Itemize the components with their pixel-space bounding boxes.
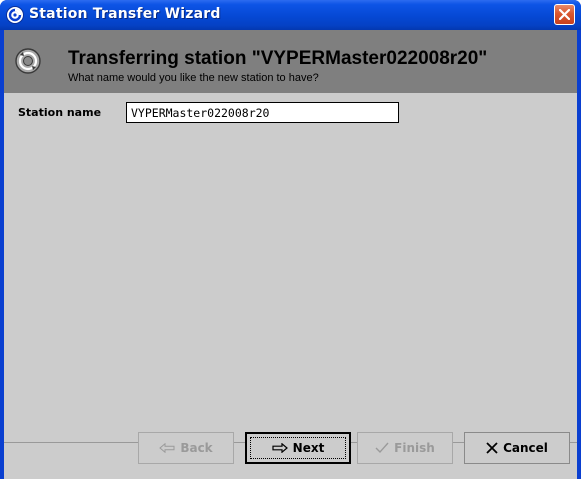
arrow-right-icon xyxy=(272,443,288,453)
wizard-header: Transferring station "VYPERMaster022008r… xyxy=(4,30,577,93)
station-name-field[interactable] xyxy=(126,102,399,123)
cancel-button[interactable]: Cancel xyxy=(464,432,570,464)
finish-button[interactable]: Finish xyxy=(357,432,453,464)
wizard-content xyxy=(4,93,577,442)
window-title: Station Transfer Wizard xyxy=(29,6,221,22)
app-icon xyxy=(6,6,24,24)
station-name-label: Station name xyxy=(18,106,102,119)
next-focus-ring: Next xyxy=(250,437,346,459)
header-subtitle: What name would you like the new station… xyxy=(68,72,319,84)
close-icon xyxy=(559,9,570,20)
back-button[interactable]: Back xyxy=(138,432,234,464)
next-label: Next xyxy=(292,441,325,455)
transfer-wizard-icon xyxy=(15,48,41,74)
cancel-label: Cancel xyxy=(503,441,548,455)
wizard-window: Station Transfer Wizard Transferring sta… xyxy=(0,0,581,479)
next-button[interactable]: Next xyxy=(245,432,351,464)
check-icon xyxy=(375,442,389,454)
title-bar[interactable]: Station Transfer Wizard xyxy=(0,0,581,30)
back-label: Back xyxy=(180,441,213,455)
finish-label: Finish xyxy=(394,441,435,455)
close-x-icon xyxy=(486,442,498,454)
close-button[interactable] xyxy=(554,4,575,25)
arrow-left-icon xyxy=(159,443,175,453)
header-title: Transferring station "VYPERMaster022008r… xyxy=(68,48,488,69)
wizard-body: Transferring station "VYPERMaster022008r… xyxy=(4,30,577,479)
